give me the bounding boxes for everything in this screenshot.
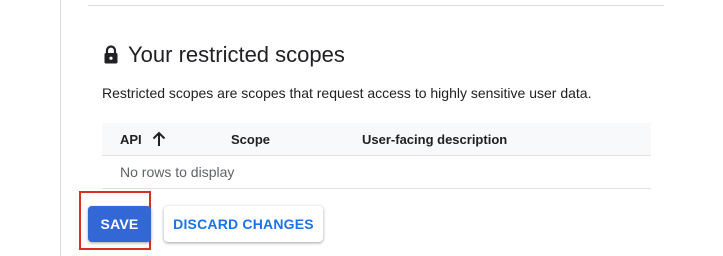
column-header-scope[interactable]: Scope: [231, 132, 270, 147]
empty-table-message: No rows to display: [102, 156, 651, 189]
section-title: Your restricted scopes: [128, 42, 345, 67]
column-header-api[interactable]: API: [120, 131, 166, 147]
lock-icon: [102, 45, 120, 65]
section-heading: Your restricted scopes: [102, 42, 345, 68]
column-header-description[interactable]: User-facing description: [362, 132, 507, 147]
section-description: Restricted scopes are scopes that reques…: [102, 85, 592, 101]
page: Your restricted scopes Restricted scopes…: [0, 0, 723, 256]
sort-ascending-icon[interactable]: [152, 131, 166, 147]
save-button[interactable]: SAVE: [88, 206, 151, 242]
restricted-scopes-table: API Scope User-facing description No row…: [102, 123, 651, 189]
section-divider: [88, 5, 664, 6]
discard-changes-button[interactable]: DISCARD CHANGES: [164, 206, 323, 242]
table-header: API Scope User-facing description: [102, 123, 651, 156]
left-divider: [60, 0, 61, 256]
